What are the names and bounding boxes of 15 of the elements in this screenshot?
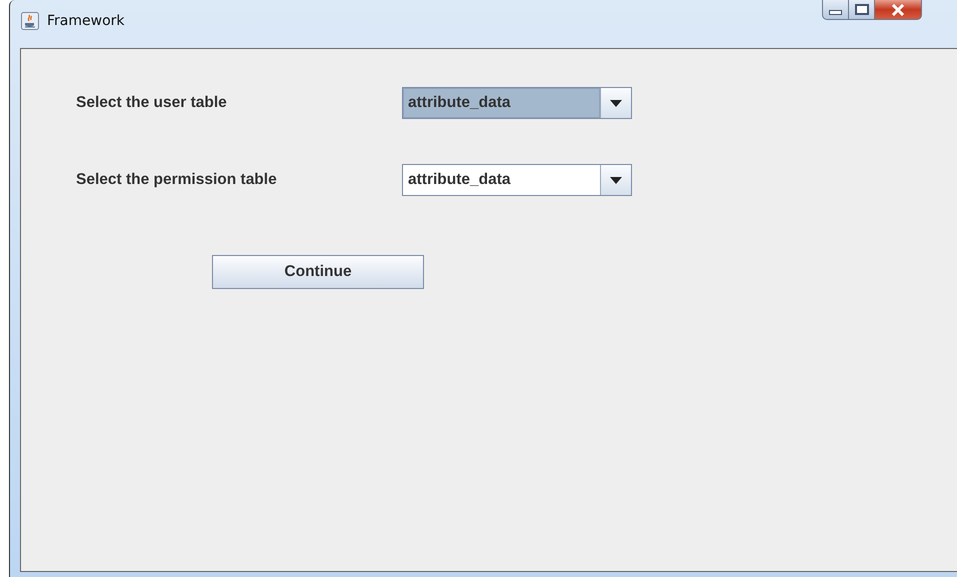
close-icon [891, 4, 905, 16]
field-label: Select the user table [76, 94, 228, 112]
java-cup-icon [21, 12, 39, 30]
minimize-icon [829, 10, 842, 15]
maximize-icon [854, 4, 868, 15]
continue-button[interactable]: Continue [212, 255, 424, 289]
close-button[interactable] [875, 0, 922, 20]
table-dropdown[interactable]: attribute_data [402, 164, 632, 196]
window-title: Framework [47, 13, 124, 29]
dropdown-arrow-icon [610, 100, 622, 106]
table-dropdown[interactable]: attribute_data [402, 87, 632, 119]
dropdown-arrow-icon [610, 176, 622, 184]
maximize-button[interactable] [849, 0, 875, 20]
field-label: Select the permission table [76, 171, 278, 189]
minimize-button[interactable] [822, 0, 849, 20]
